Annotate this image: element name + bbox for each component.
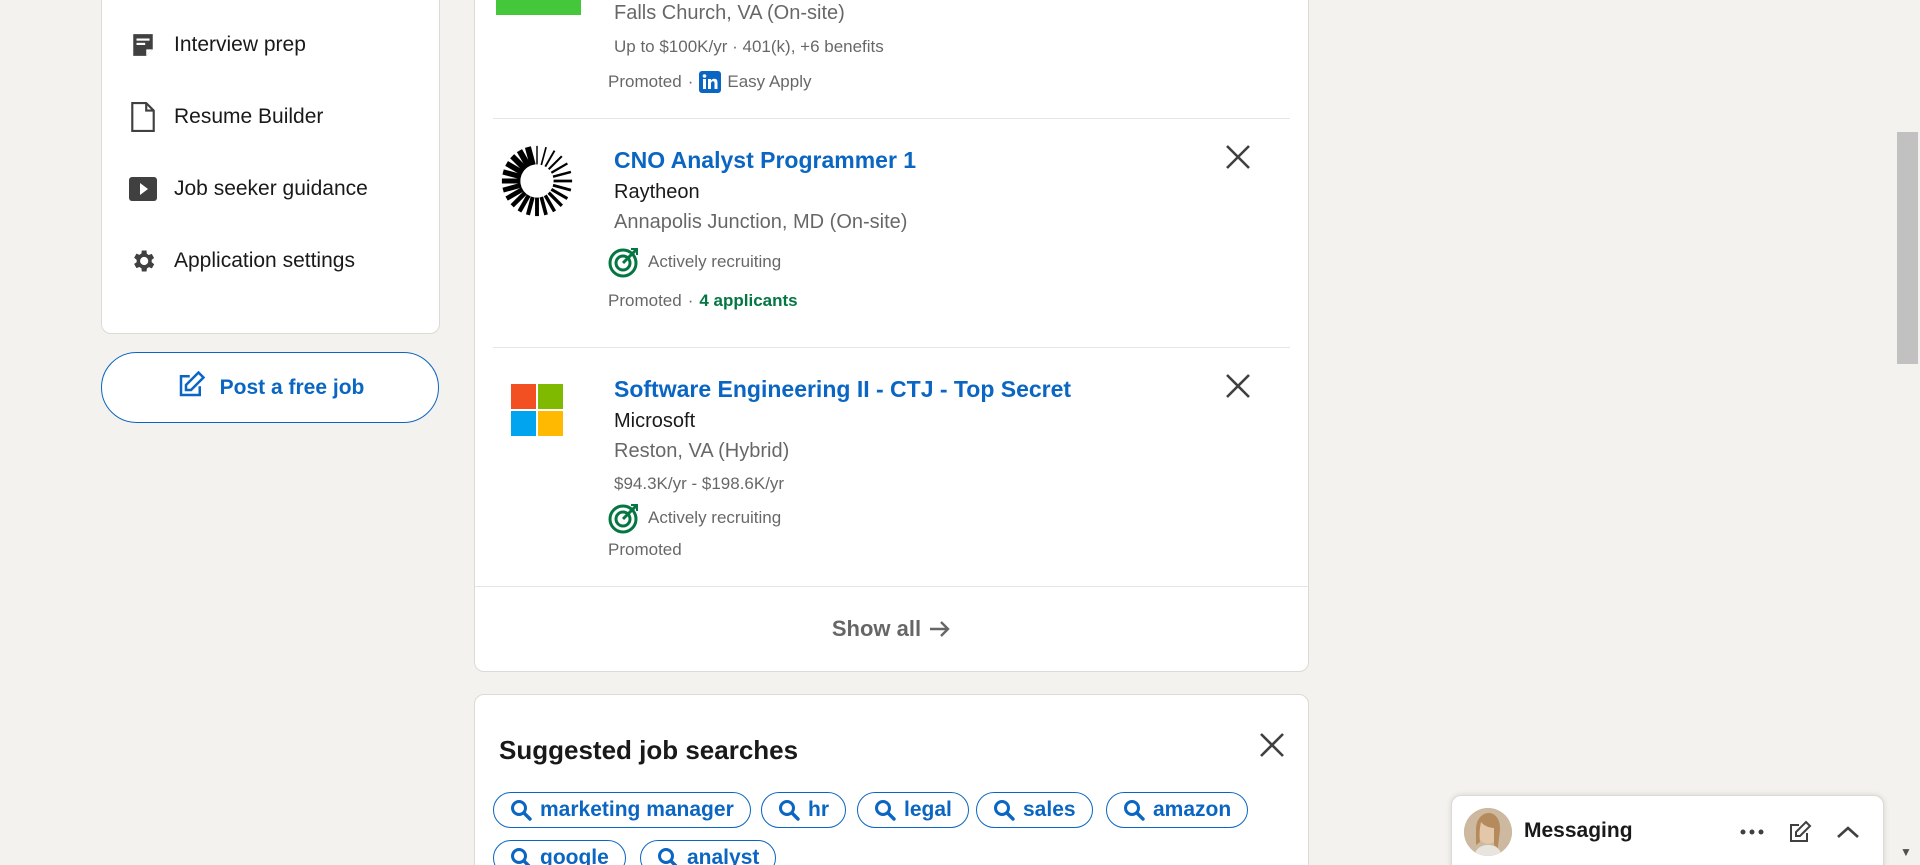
search-pill[interactable]: analyst xyxy=(640,840,777,865)
compose-message-button[interactable] xyxy=(1782,814,1818,850)
dismiss-suggestions-button[interactable] xyxy=(1252,725,1292,765)
sidebar-item-job-seeker-guidance[interactable]: Job seeker guidance xyxy=(128,169,368,209)
search-icon xyxy=(778,799,800,821)
jobs-sidebar-card: Interview prep Resume Builder Job seeker… xyxy=(101,0,440,334)
easy-apply-label: Easy Apply xyxy=(727,72,812,91)
company-logo xyxy=(496,0,581,15)
search-icon xyxy=(510,847,532,865)
job-location: Annapolis Junction, MD (On-site) xyxy=(614,211,908,233)
job-company: Microsoft xyxy=(614,410,696,432)
target-icon xyxy=(608,246,640,278)
sidebar-item-label: Resume Builder xyxy=(174,105,324,128)
job-location: Reston, VA (Hybrid) xyxy=(614,440,790,462)
job-footer: Promoted · Easy Apply xyxy=(608,71,811,93)
ellipsis-icon xyxy=(1740,829,1764,835)
target-icon xyxy=(608,502,640,534)
sidebar-item-resume-builder[interactable]: Resume Builder xyxy=(128,97,323,137)
dismiss-job-button[interactable] xyxy=(1218,366,1258,406)
pill-label: amazon xyxy=(1153,798,1232,821)
search-pill[interactable]: hr xyxy=(761,792,846,828)
job-location: Falls Church, VA (On-site) xyxy=(614,2,845,24)
messaging-label: Messaging xyxy=(1524,819,1633,842)
search-pill[interactable]: google xyxy=(493,840,626,865)
search-pill[interactable]: marketing manager xyxy=(493,792,751,828)
search-icon xyxy=(1123,799,1145,821)
job-salary: $94.3K/yr - $198.6K/yr xyxy=(614,474,785,493)
search-icon xyxy=(993,799,1015,821)
messaging-bar[interactable]: Messaging xyxy=(1451,795,1884,865)
avatar[interactable] xyxy=(1464,808,1512,856)
search-pill[interactable]: amazon xyxy=(1106,792,1249,828)
job-title-link[interactable]: Software Engineering II - CTJ - Top Secr… xyxy=(614,376,1071,403)
sidebar-item-label: Interview prep xyxy=(174,33,306,56)
suggested-job-searches-card: Suggested job searches marketing manager… xyxy=(474,694,1309,865)
scrollbar-track[interactable] xyxy=(1894,0,1920,865)
promoted-label: Promoted xyxy=(608,540,682,559)
expand-messaging-button[interactable] xyxy=(1830,814,1866,850)
job-company: Raytheon xyxy=(614,181,700,203)
dismiss-job-button[interactable] xyxy=(1218,137,1258,177)
microsoft-logo xyxy=(497,370,577,450)
recommended-jobs-card: Falls Church, VA (On-site) Up to $100K/y… xyxy=(474,0,1309,672)
actively-recruiting-badge: Actively recruiting xyxy=(608,502,781,534)
pill-label: analyst xyxy=(687,846,760,865)
sidebar-item-application-settings[interactable]: Application settings xyxy=(128,241,355,281)
search-icon xyxy=(874,799,896,821)
post-free-job-button[interactable]: Post a free job xyxy=(101,352,439,423)
search-icon xyxy=(657,847,679,865)
pill-label: google xyxy=(540,846,609,865)
scroll-down-arrow[interactable]: ▼ xyxy=(1900,845,1912,859)
more-options-button[interactable] xyxy=(1734,814,1770,850)
sidebar-item-label: Job seeker guidance xyxy=(174,177,368,200)
scrollbar-thumb[interactable] xyxy=(1897,132,1918,364)
post-job-label: Post a free job xyxy=(219,375,365,399)
applicant-count: 4 applicants xyxy=(699,291,798,310)
job-listing[interactable]: Software Engineering II - CTJ - Top Secr… xyxy=(493,348,1290,585)
section-title: Suggested job searches xyxy=(499,735,799,765)
flag-label: Actively recruiting xyxy=(648,508,782,527)
raytheon-logo xyxy=(497,141,577,221)
actively-recruiting-badge: Actively recruiting xyxy=(608,246,781,278)
pill-label: sales xyxy=(1023,798,1076,821)
pill-label: legal xyxy=(904,798,952,821)
search-pill[interactable]: legal xyxy=(857,792,969,828)
job-salary: Up to $100K/yr · 401(k), +6 benefits xyxy=(614,37,884,56)
sidebar-item-interview-prep[interactable]: Interview prep xyxy=(128,25,306,65)
compose-icon xyxy=(1788,820,1812,844)
pill-label: hr xyxy=(808,798,829,821)
show-all-label: Show all xyxy=(831,616,922,641)
close-icon xyxy=(1225,144,1251,170)
sidebar-item-label: Application settings xyxy=(174,249,355,272)
job-footer: Promoted xyxy=(608,540,682,560)
separator-dot: · xyxy=(687,291,694,310)
flag-label: Actively recruiting xyxy=(648,252,782,271)
promoted-label: Promoted xyxy=(608,72,682,91)
arrow-right-icon xyxy=(929,620,951,638)
search-icon xyxy=(510,799,532,821)
gear-icon xyxy=(128,246,158,276)
chevron-up-icon xyxy=(1836,825,1860,839)
job-listing-partial[interactable]: Falls Church, VA (On-site) Up to $100K/y… xyxy=(493,0,1290,118)
promoted-label: Promoted xyxy=(608,291,682,310)
notepad-icon xyxy=(128,30,158,60)
document-icon xyxy=(128,102,158,132)
edit-icon xyxy=(176,370,206,406)
job-title-link[interactable]: CNO Analyst Programmer 1 xyxy=(614,147,916,174)
close-icon xyxy=(1259,732,1285,758)
close-icon xyxy=(1225,373,1251,399)
separator-dot: · xyxy=(687,72,694,91)
show-all-button[interactable]: Show all xyxy=(475,586,1308,671)
video-play-icon xyxy=(128,174,158,204)
pill-label: marketing manager xyxy=(540,798,734,821)
job-footer: Promoted · 4 applicants xyxy=(608,291,798,311)
job-listing[interactable]: CNO Analyst Programmer 1 Raytheon Annapo… xyxy=(493,119,1290,347)
linkedin-icon xyxy=(699,71,722,93)
search-pill[interactable]: sales xyxy=(976,792,1093,828)
